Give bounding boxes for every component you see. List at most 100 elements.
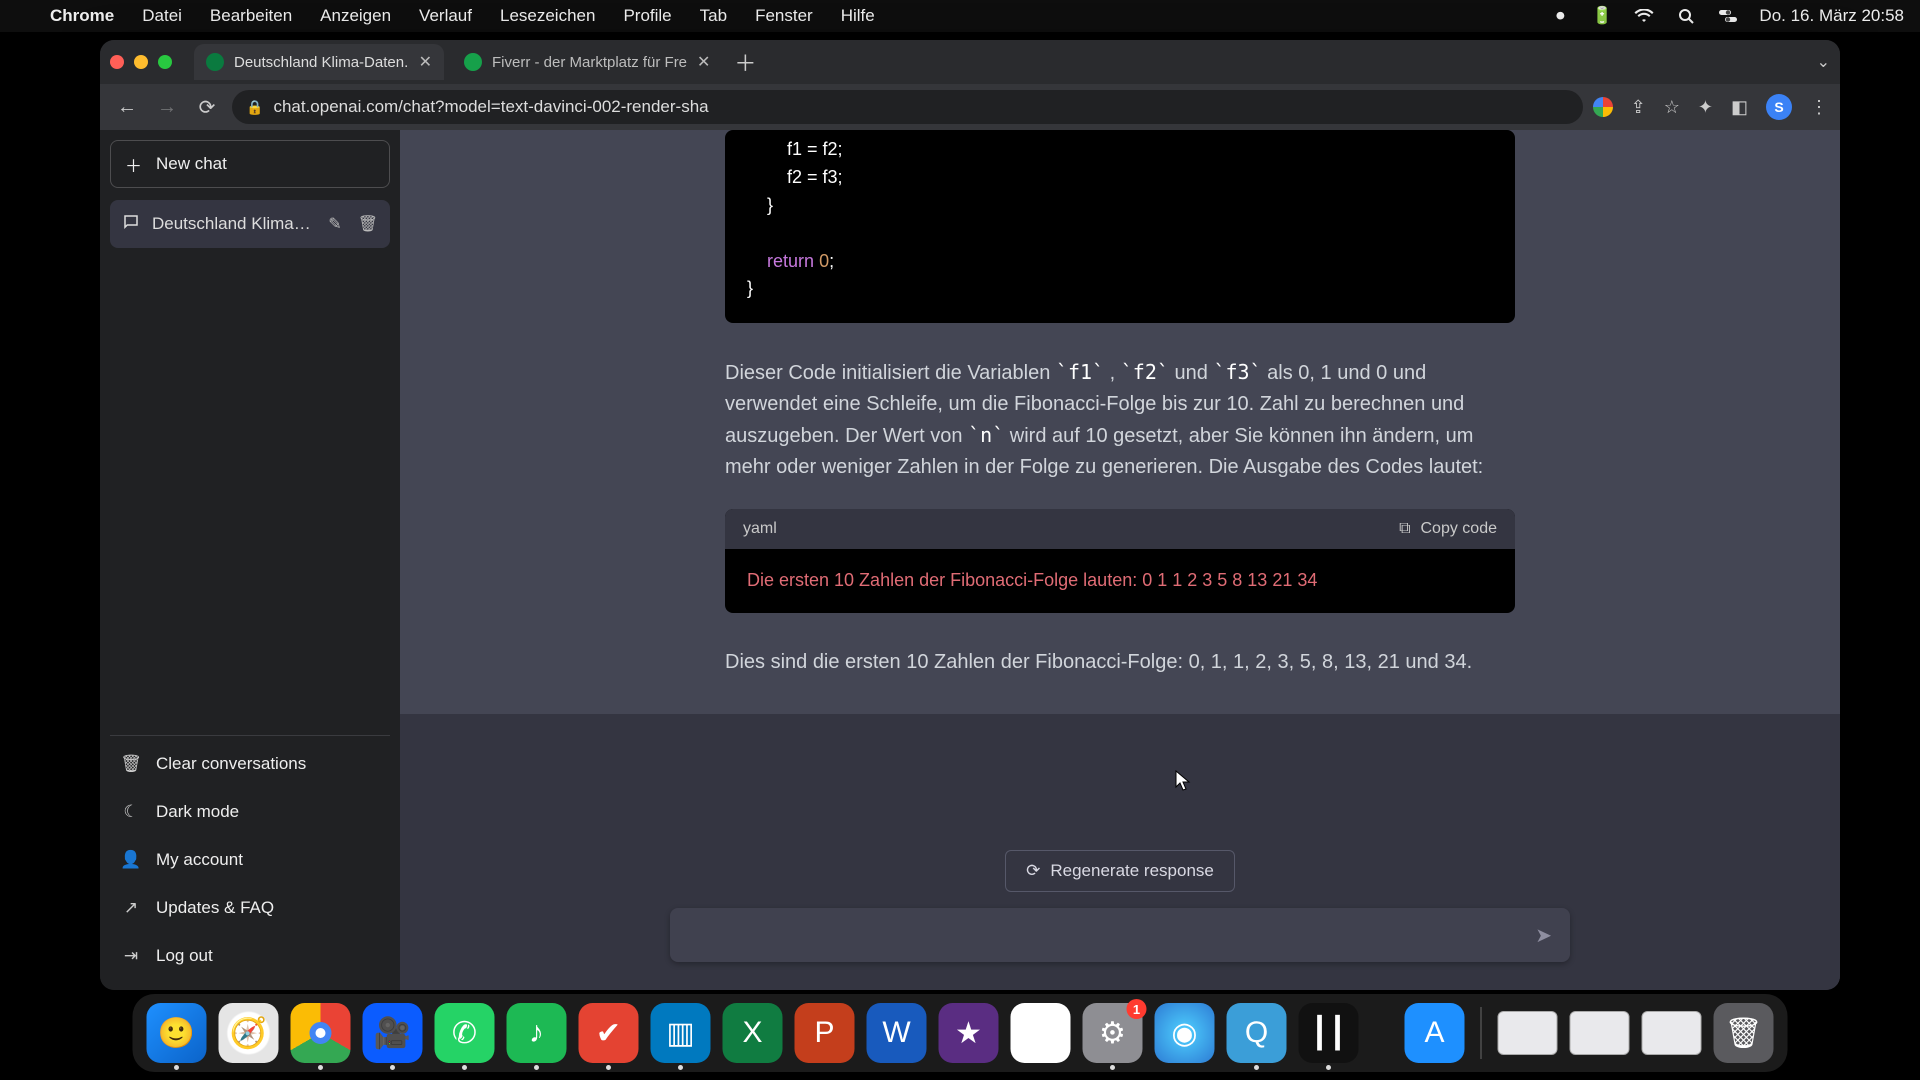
omnibox-url: chat.openai.com/chat?model=text-davinci-… [273, 97, 708, 117]
dock-finder[interactable]: 🙂 [147, 1003, 207, 1063]
dock-safari[interactable]: 🧭 [219, 1003, 279, 1063]
moon-icon: ☾ [120, 802, 142, 822]
dock-trash[interactable]: 🗑 [1714, 1003, 1774, 1063]
new-chat-label: New chat [156, 154, 227, 174]
window-controls [110, 55, 172, 69]
copy-label: Copy code [1421, 517, 1498, 542]
menubar-clock[interactable]: Do. 16. März 20:58 [1759, 6, 1904, 26]
menu-profile[interactable]: Profile [623, 6, 671, 26]
delete-icon[interactable]: 🗑 [358, 214, 378, 234]
dock-whatsapp[interactable]: ✆ [435, 1003, 495, 1063]
menu-verlauf[interactable]: Verlauf [419, 6, 472, 26]
kebab-menu-icon[interactable]: ⋮ [1810, 97, 1828, 118]
assistant-message: f1 = f2; f2 = f3; } return 0; } Dieser C… [400, 130, 1840, 714]
dark-mode-button[interactable]: ☾ Dark mode [110, 788, 390, 836]
dock-chrome[interactable] [291, 1003, 351, 1063]
dock-imovie[interactable]: ★ [939, 1003, 999, 1063]
rename-icon[interactable]: ✎ [328, 214, 341, 234]
sidepanel-icon[interactable]: ◧ [1731, 97, 1748, 118]
conversation-title: Deutschland Klima-Da [152, 214, 312, 234]
message-input[interactable] [688, 925, 1535, 946]
dock-quicktime[interactable]: Q [1227, 1003, 1287, 1063]
logout-icon: ⇥ [120, 946, 142, 966]
dock-drive[interactable]: ▲ [1011, 1003, 1071, 1063]
updates-label: Updates & FAQ [156, 898, 274, 918]
tab-inactive[interactable]: Fiverr - der Marktplatz für Fre ✕ [452, 44, 722, 80]
send-icon[interactable]: ➤ [1535, 923, 1552, 948]
dock-spotify[interactable]: ♪ [507, 1003, 567, 1063]
dock-appstore[interactable]: A [1405, 1003, 1465, 1063]
dock-word[interactable]: W [867, 1003, 927, 1063]
tab-close-icon[interactable]: ✕ [697, 52, 710, 72]
menu-lesezeichen[interactable]: Lesezeichen [500, 6, 595, 26]
trash-icon: 🗑 [120, 754, 142, 774]
window-minimize-button[interactable] [134, 55, 148, 69]
menu-hilfe[interactable]: Hilfe [841, 6, 875, 26]
new-tab-button[interactable]: ＋ [730, 47, 760, 77]
code-body[interactable]: Die ersten 10 Zahlen der Fibonacci-Folge… [725, 549, 1515, 613]
menubar-app-name[interactable]: Chrome [50, 6, 114, 26]
clear-label: Clear conversations [156, 754, 306, 774]
record-icon[interactable]: ⏺ [1549, 8, 1571, 24]
account-label: My account [156, 850, 243, 870]
battery-icon[interactable]: 🔋 [1591, 8, 1613, 24]
profile-avatar[interactable]: S [1766, 94, 1792, 120]
refresh-icon: ⟳ [1026, 861, 1040, 881]
browser-toolbar: ← → ⟳ 🔒 chat.openai.com/chat?model=text-… [100, 84, 1840, 130]
menu-datei[interactable]: Datei [142, 6, 182, 26]
message-paragraph: Dieser Code initialisiert die Variablen … [725, 357, 1515, 483]
back-button[interactable]: ← [112, 96, 142, 119]
chrome-window: Deutschland Klima-Daten. ✕ Fiverr - der … [100, 40, 1840, 990]
dock-powerpoint[interactable]: P [795, 1003, 855, 1063]
bookmark-icon[interactable]: ☆ [1664, 97, 1680, 118]
new-chat-button[interactable]: ＋ New chat [110, 140, 390, 188]
inline-code: `f1` [1056, 360, 1104, 384]
chat-bubble-icon [122, 213, 140, 236]
conversation-item[interactable]: Deutschland Klima-Da ✎ 🗑 [110, 200, 390, 248]
dock-minimized-window[interactable] [1642, 1011, 1702, 1055]
wifi-icon[interactable] [1633, 8, 1655, 24]
logout-button[interactable]: ⇥ Log out [110, 932, 390, 980]
macos-menubar: Chrome Datei Bearbeiten Anzeigen Verlauf… [0, 0, 1920, 32]
search-icon[interactable] [1675, 8, 1697, 24]
google-account-icon[interactable] [1593, 97, 1613, 117]
dock-trello[interactable]: ▥ [651, 1003, 711, 1063]
dock-todoist[interactable]: ✔ [579, 1003, 639, 1063]
clear-conversations-button[interactable]: 🗑 Clear conversations [110, 740, 390, 788]
share-icon[interactable]: ⇪ [1631, 97, 1646, 118]
text: , [1110, 362, 1121, 384]
code-block: f1 = f2; f2 = f3; } return 0; } [725, 130, 1515, 323]
dock-minimized-window[interactable] [1498, 1011, 1558, 1055]
tab-active-title: Deutschland Klima-Daten. [234, 54, 409, 71]
tab-strip: Deutschland Klima-Daten. ✕ Fiverr - der … [100, 40, 1840, 84]
logout-label: Log out [156, 946, 213, 966]
forward-button[interactable]: → [152, 96, 182, 119]
dock-voicememos[interactable]: ┃┃ [1299, 1003, 1359, 1063]
dock-minimized-window[interactable] [1570, 1011, 1630, 1055]
code-body[interactable]: f1 = f2; f2 = f3; } return 0; } [725, 130, 1515, 323]
tab-close-icon[interactable]: ✕ [419, 52, 432, 72]
reload-button[interactable]: ⟳ [192, 95, 222, 120]
dock-settings[interactable]: ⚙1 [1083, 1003, 1143, 1063]
regenerate-button[interactable]: ⟳ Regenerate response [1005, 850, 1235, 892]
control-center-icon[interactable] [1717, 8, 1739, 24]
dock-excel[interactable]: X [723, 1003, 783, 1063]
menu-fenster[interactable]: Fenster [755, 6, 813, 26]
dock-siri[interactable]: ◉ [1155, 1003, 1215, 1063]
external-link-icon: ↗ [120, 898, 142, 918]
omnibox[interactable]: 🔒 chat.openai.com/chat?model=text-davinc… [232, 90, 1583, 124]
tab-active[interactable]: Deutschland Klima-Daten. ✕ [194, 44, 444, 80]
window-close-button[interactable] [110, 55, 124, 69]
message-composer[interactable]: ➤ [670, 908, 1570, 962]
menu-tab[interactable]: Tab [700, 6, 727, 26]
regenerate-label: Regenerate response [1050, 861, 1214, 881]
extensions-icon[interactable]: ✦ [1698, 97, 1713, 118]
window-zoom-button[interactable] [158, 55, 172, 69]
menu-anzeigen[interactable]: Anzeigen [320, 6, 391, 26]
menu-bearbeiten[interactable]: Bearbeiten [210, 6, 292, 26]
copy-code-button[interactable]: ⧉ Copy code [1399, 517, 1497, 542]
updates-faq-button[interactable]: ↗ Updates & FAQ [110, 884, 390, 932]
dock-zoom[interactable]: 🎥 [363, 1003, 423, 1063]
tab-overflow-chevron-icon[interactable]: ⌄ [1817, 52, 1830, 72]
my-account-button[interactable]: 👤 My account [110, 836, 390, 884]
